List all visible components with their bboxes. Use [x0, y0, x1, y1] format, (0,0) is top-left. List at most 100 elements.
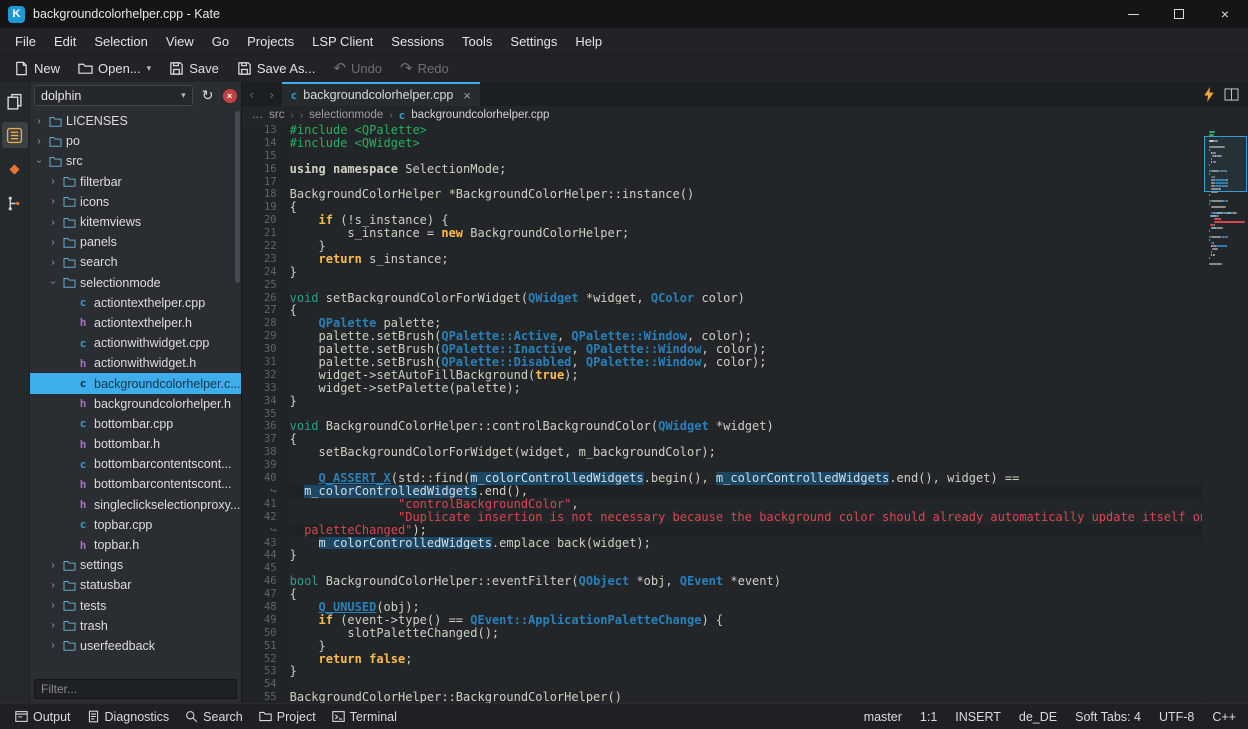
tab-forward-button[interactable]: › — [262, 82, 282, 106]
tree-item-backgroundcolorhelper-c[interactable]: cbackgroundcolorhelper.c... — [30, 373, 241, 393]
code-line-33[interactable]: 33 widget->setPalette(palette); — [242, 382, 1203, 395]
close-button[interactable]: × — [1202, 0, 1248, 28]
code-line-30[interactable]: 30 palette.setBrush(QPalette::Inactive, … — [242, 343, 1203, 356]
tree-scrollbar[interactable] — [235, 111, 240, 283]
menu-selection[interactable]: Selection — [85, 30, 156, 53]
breadcrumb-src[interactable]: src — [269, 109, 284, 121]
project-selector[interactable]: dolphin ▾ — [34, 85, 193, 106]
new-button[interactable]: New — [6, 58, 68, 79]
output-toolview-button[interactable]: Output — [8, 707, 78, 727]
tree-item-src[interactable]: ›src — [30, 151, 241, 171]
tree-item-statusbar[interactable]: ›statusbar — [30, 575, 241, 595]
tree-item-trash[interactable]: ›trash — [30, 616, 241, 636]
code-line-19[interactable]: 19{ — [242, 201, 1203, 214]
tree-item-bottombar-h[interactable]: hbottombar.h — [30, 434, 241, 454]
maximize-button[interactable] — [1156, 0, 1202, 28]
code-line-wrapped[interactable]: ↪ paletteChanged"); — [242, 524, 1203, 537]
minimize-button[interactable] — [1110, 0, 1156, 28]
close-project-button[interactable]: × — [223, 89, 237, 103]
search-toolview-button[interactable]: Search — [178, 707, 250, 727]
tree-item-bottombarcontentscont[interactable]: hbottombarcontentscont... — [30, 474, 241, 494]
terminal-toolview-button[interactable]: Terminal — [325, 707, 404, 727]
tree-item-singleclickselectionproxy[interactable]: hsingleclickselectionproxy... — [30, 495, 241, 515]
code-line-34[interactable]: 34} — [242, 395, 1203, 408]
reload-project-button[interactable]: ↻ — [198, 86, 218, 106]
code-line-50[interactable]: 50 slotPaletteChanged(); — [242, 627, 1203, 640]
code-line-24[interactable]: 24} — [242, 266, 1203, 279]
undo-button[interactable]: ↶Undo — [325, 58, 390, 79]
code-line-29[interactable]: 29 palette.setBrush(QPalette::Active, QP… — [242, 330, 1203, 343]
code-line-49[interactable]: 49 if (event->type() == QEvent::Applicat… — [242, 614, 1203, 627]
tree-item-actionwithwidget-h[interactable]: hactionwithwidget.h — [30, 353, 241, 373]
tree-item-topbar-h[interactable]: htopbar.h — [30, 535, 241, 555]
menu-view[interactable]: View — [157, 30, 203, 53]
code-line-55[interactable]: 55BackgroundColorHelper::BackgroundColor… — [242, 691, 1203, 703]
code-line-48[interactable]: 48 Q_UNUSED(obj); — [242, 601, 1203, 614]
code-line-18[interactable]: 18BackgroundColorHelper *BackgroundColor… — [242, 188, 1203, 201]
tree-item-actiontexthelper-cpp[interactable]: cactiontexthelper.cpp — [30, 293, 241, 313]
tree-item-search[interactable]: ›search — [30, 252, 241, 272]
tree-item-tests[interactable]: ›tests — [30, 596, 241, 616]
tree-item-kitemviews[interactable]: ›kitemviews — [30, 212, 241, 232]
chevron-expanded-icon[interactable]: › — [48, 278, 59, 288]
projects-toolview-button[interactable] — [2, 122, 28, 148]
chevron-expanded-icon[interactable]: › — [34, 156, 45, 166]
code-line-53[interactable]: 53} — [242, 665, 1203, 678]
tree-item-licenses[interactable]: ›LICENSES — [30, 111, 241, 131]
encoding[interactable]: UTF-8 — [1159, 710, 1194, 724]
tree-item-backgroundcolorhelper-h[interactable]: hbackgroundcolorhelper.h — [30, 394, 241, 414]
breadcrumb-file[interactable]: backgroundcolorhelper.cpp — [411, 109, 549, 121]
redo-button[interactable]: ↷Redo — [392, 58, 457, 79]
chevron-collapsed-icon[interactable]: › — [48, 196, 58, 207]
code-line-54[interactable]: 54 — [242, 678, 1203, 691]
save-button[interactable]: Save — [161, 58, 227, 79]
chevron-collapsed-icon[interactable]: › — [48, 237, 58, 248]
code-line-25[interactable]: 25 — [242, 279, 1203, 292]
menu-sessions[interactable]: Sessions — [382, 30, 453, 53]
code-line-27[interactable]: 27{ — [242, 304, 1203, 317]
code-line-51[interactable]: 51 } — [242, 640, 1203, 653]
code-line-wrapped[interactable]: ↪ m_colorControlledWidgets.end(), — [242, 485, 1203, 498]
tree-filter-input[interactable] — [34, 679, 237, 699]
chevron-collapsed-icon[interactable]: › — [48, 600, 58, 611]
tree-item-po[interactable]: ›po — [30, 131, 241, 151]
menu-settings[interactable]: Settings — [501, 30, 566, 53]
minimap[interactable] — [1202, 124, 1248, 703]
minimap-viewport[interactable] — [1204, 136, 1247, 192]
menu-projects[interactable]: Projects — [238, 30, 303, 53]
code-line-22[interactable]: 22 } — [242, 240, 1203, 253]
chevron-collapsed-icon[interactable]: › — [34, 116, 44, 127]
tab-back-button[interactable]: ‹ — [242, 82, 262, 106]
tree-item-selectionmode[interactable]: ›selectionmode — [30, 273, 241, 293]
chevron-collapsed-icon[interactable]: › — [34, 136, 44, 147]
tree-item-bottombarcontentscont[interactable]: cbottombarcontentscont... — [30, 454, 241, 474]
tree-item-settings[interactable]: ›settings — [30, 555, 241, 575]
diagnostics-toolview-button[interactable]: Diagnostics — [80, 707, 177, 727]
code-line-23[interactable]: 23 return s_instance; — [242, 253, 1203, 266]
code-line-13[interactable]: 13#include <QPalette> — [242, 124, 1203, 137]
tree-item-filterbar[interactable]: ›filterbar — [30, 172, 241, 192]
highlighting-mode[interactable]: C++ — [1212, 710, 1236, 724]
code-line-26[interactable]: 26void setBackgroundColorForWidget(QWidg… — [242, 292, 1203, 305]
code-line-52[interactable]: 52 return false; — [242, 653, 1203, 666]
code-view[interactable]: 13#include <QPalette>14#include <QWidget… — [242, 124, 1203, 703]
chevron-collapsed-icon[interactable]: › — [48, 620, 58, 631]
code-line-46[interactable]: 46bool BackgroundColorHelper::eventFilte… — [242, 575, 1203, 588]
menu-edit[interactable]: Edit — [45, 30, 85, 53]
tree-item-topbar-cpp[interactable]: ctopbar.cpp — [30, 515, 241, 535]
code-line-43[interactable]: 43 m_colorControlledWidgets.emplace_back… — [242, 537, 1203, 550]
tree-item-icons[interactable]: ›icons — [30, 192, 241, 212]
lsp-quick-action-button[interactable] — [1204, 87, 1214, 102]
input-mode[interactable]: INSERT — [955, 710, 1001, 724]
code-line-17[interactable]: 17 — [242, 176, 1203, 189]
symbols-toolview-button[interactable] — [2, 190, 28, 216]
code-line-45[interactable]: 45 — [242, 562, 1203, 575]
chevron-collapsed-icon[interactable]: › — [48, 257, 58, 268]
code-line-15[interactable]: 15 — [242, 150, 1203, 163]
code-line-40[interactable]: 40 Q_ASSERT_X(std::find(m_colorControlle… — [242, 472, 1203, 485]
breadcrumb-ellipsis[interactable]: … — [252, 109, 264, 121]
documents-toolview-button[interactable] — [2, 88, 28, 114]
code-line-20[interactable]: 20 if (!s_instance) { — [242, 214, 1203, 227]
menu-help[interactable]: Help — [566, 30, 611, 53]
tab-backgroundcolorhelper-cpp[interactable]: c backgroundcolorhelper.cpp × — [282, 82, 480, 106]
